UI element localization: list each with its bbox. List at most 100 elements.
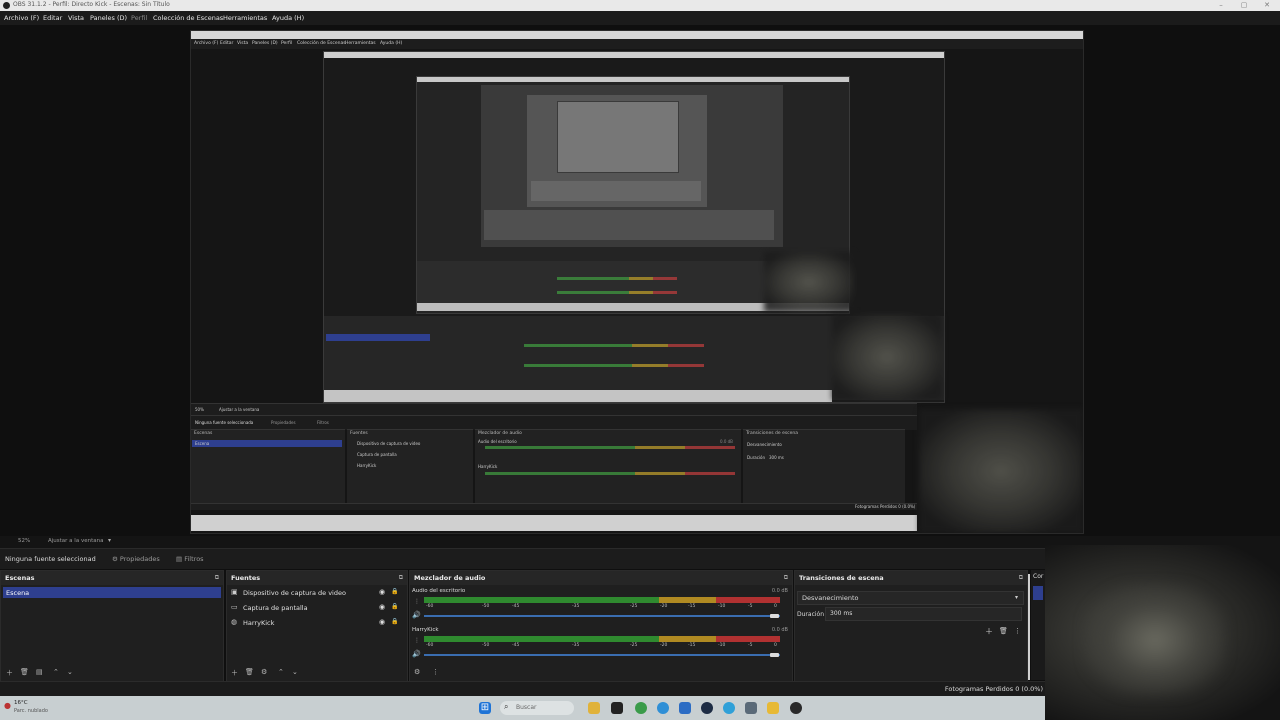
nested-menu-item: Herramientas (345, 41, 376, 46)
chevron-down-icon[interactable]: ▾ (108, 537, 111, 544)
move-up-icon[interactable]: ⌃ (53, 668, 59, 676)
dropped-frames: Fotogramas Perdidos 0 (0.0%) (944, 685, 1043, 693)
nested-mixer-title: Mezclador de audio (478, 431, 522, 436)
dock-menu-icon[interactable]: ⧉ (215, 574, 219, 582)
photos-icon[interactable] (679, 702, 691, 714)
volume-slider-handle[interactable] (770, 614, 779, 618)
nested-scene-item: Escena (195, 441, 210, 446)
menu-archivo[interactable]: Archivo (F) (4, 14, 39, 22)
move-up-icon[interactable]: ⌃ (278, 668, 284, 676)
close-icon[interactable]: ✕ (1256, 0, 1278, 11)
nested-ch2: HarryKick (478, 464, 498, 469)
menu-coleccion-escenas[interactable]: Colección de Escenas (153, 14, 223, 22)
nested-dropped: Fotogramas Perdidos 0 (0.0%) (855, 504, 916, 509)
dock-menu-icon[interactable]: ⧉ (784, 574, 788, 582)
edge-icon[interactable] (657, 702, 669, 714)
volume-slider[interactable] (424, 654, 780, 656)
nested-menu-item: Vista (237, 41, 249, 46)
eye-icon[interactable]: ◉ (379, 618, 385, 626)
nested-duration-label: Duración (747, 455, 766, 460)
nested-menu-item: Colección de Escenas (297, 41, 346, 46)
filters-button[interactable]: ▤ Filtros (176, 553, 204, 565)
source-properties-icon[interactable]: ⚙ (261, 668, 267, 676)
transitions-title: Transiciones de escena (799, 574, 884, 582)
nested-source: HarryKick (357, 463, 377, 468)
eye-icon[interactable]: ◉ (379, 588, 385, 596)
source-item[interactable]: ◍ HarryKick ◉ 🔒 (231, 617, 403, 630)
maximize-icon[interactable]: ▢ (1233, 0, 1255, 11)
filter-icon: ▤ (176, 555, 183, 563)
weather-desc: Parc. nublado (14, 708, 48, 714)
filters-label: Filtros (184, 555, 204, 563)
menu-paneles[interactable]: Paneles (D) (90, 14, 127, 22)
properties-button[interactable]: ⚙ Propiedades (112, 553, 160, 565)
scale-tick: -25 (630, 643, 638, 648)
nested-window-level-5 (526, 94, 708, 208)
windows-start-icon[interactable]: ⊞ (479, 702, 491, 714)
mixer-menu-icon[interactable]: ⋮ (432, 668, 439, 676)
nested-source: Dispositivo de captura de video (357, 441, 421, 446)
menu-vista[interactable]: Vista (68, 14, 84, 22)
speaker-icon[interactable]: 🔊 (412, 650, 421, 658)
terminal-icon[interactable] (611, 702, 623, 714)
nested-context-none: Ninguna fuente seleccionada (195, 420, 254, 425)
menu-ayuda[interactable]: Ayuda (H) (272, 14, 304, 22)
source-label: Dispositivo de captura de video (243, 589, 346, 597)
dock-resize-handle[interactable] (1028, 574, 1030, 680)
weather-widget[interactable]: ● 16°C Parc. nublado (4, 699, 74, 717)
scenes-title: Escenas (5, 574, 35, 582)
scale-tick: -10 (718, 604, 726, 609)
zoom-level[interactable]: 52% (18, 538, 30, 544)
scenes-toolbar: ＋ 🗑 ▤ ⌃ ⌄ (1, 663, 223, 681)
menu-editar[interactable]: Editar (43, 14, 62, 22)
folder-icon[interactable] (767, 702, 779, 714)
transition-select[interactable]: Desvanecimiento ▾ (797, 591, 1024, 605)
scale-tick: -25 (630, 604, 638, 609)
meter-scale: -60 -50 -45 -35 -25 -20 -15 -10 -5 0 (424, 604, 780, 610)
eye-icon[interactable]: ◉ (379, 603, 385, 611)
nested-menu-item: Archivo (F) (194, 41, 219, 46)
file-explorer-icon[interactable] (588, 702, 600, 714)
move-down-icon[interactable]: ⌄ (292, 668, 298, 676)
obs-icon[interactable] (790, 702, 802, 714)
remove-transition-icon[interactable]: 🗑 (999, 627, 1008, 635)
channel-menu-icon[interactable]: ⋮ (414, 637, 420, 644)
scene-filters-icon[interactable]: ▤ (36, 668, 43, 676)
add-source-icon[interactable]: ＋ (231, 668, 238, 678)
chrome-icon[interactable] (635, 702, 647, 714)
menu-bar: Archivo (F) Editar Vista Paneles (D) Per… (0, 11, 1280, 25)
settings-icon[interactable] (745, 702, 757, 714)
remove-scene-icon[interactable]: 🗑 (20, 668, 29, 676)
duration-spinbox[interactable]: 300 ms (825, 607, 1022, 621)
search-box[interactable]: ⌕ Buscar (500, 701, 574, 715)
source-item[interactable]: ▭ Captura de pantalla ◉ 🔒 (231, 602, 403, 615)
nested-sources-title: Fuentes (350, 431, 368, 436)
store-icon[interactable] (723, 702, 735, 714)
scene-item[interactable]: Escena (3, 587, 221, 598)
lock-icon[interactable]: 🔒 (391, 603, 398, 610)
channel-menu-icon[interactable]: ⋮ (414, 598, 420, 605)
remove-source-icon[interactable]: 🗑 (245, 668, 254, 676)
lock-icon[interactable]: 🔒 (391, 588, 398, 595)
lock-icon[interactable]: 🔒 (391, 618, 398, 625)
fit-to-window-dropdown[interactable]: Ajustar a la ventana (48, 538, 103, 544)
controls-highlight (1033, 586, 1043, 600)
minimize-icon[interactable]: – (1210, 0, 1232, 11)
add-transition-icon[interactable]: ＋ (985, 626, 993, 637)
add-scene-icon[interactable]: ＋ (6, 668, 13, 678)
menu-perfil[interactable]: Perfil (131, 14, 147, 22)
volume-slider-handle[interactable] (770, 653, 779, 657)
steam-icon[interactable] (701, 702, 713, 714)
speaker-icon[interactable]: 🔊 (412, 611, 421, 619)
menu-herramientas[interactable]: Herramientas (223, 14, 267, 22)
channel-name: Audio del escritorio (412, 588, 466, 594)
advanced-audio-icon[interactable]: ⚙ (414, 668, 420, 676)
preview-canvas[interactable]: Archivo (F) Editar Vista Paneles (D) Per… (190, 30, 1084, 534)
dock-menu-icon[interactable]: ⧉ (399, 574, 403, 582)
channel-name: HarryKick (412, 627, 439, 633)
dock-menu-icon[interactable]: ⧉ (1019, 574, 1023, 582)
source-item[interactable]: ▣ Dispositivo de captura de video ◉ 🔒 (231, 587, 403, 600)
transition-menu-icon[interactable]: ⋮ (1014, 627, 1021, 635)
volume-slider[interactable] (424, 615, 780, 617)
move-down-icon[interactable]: ⌄ (67, 668, 73, 676)
